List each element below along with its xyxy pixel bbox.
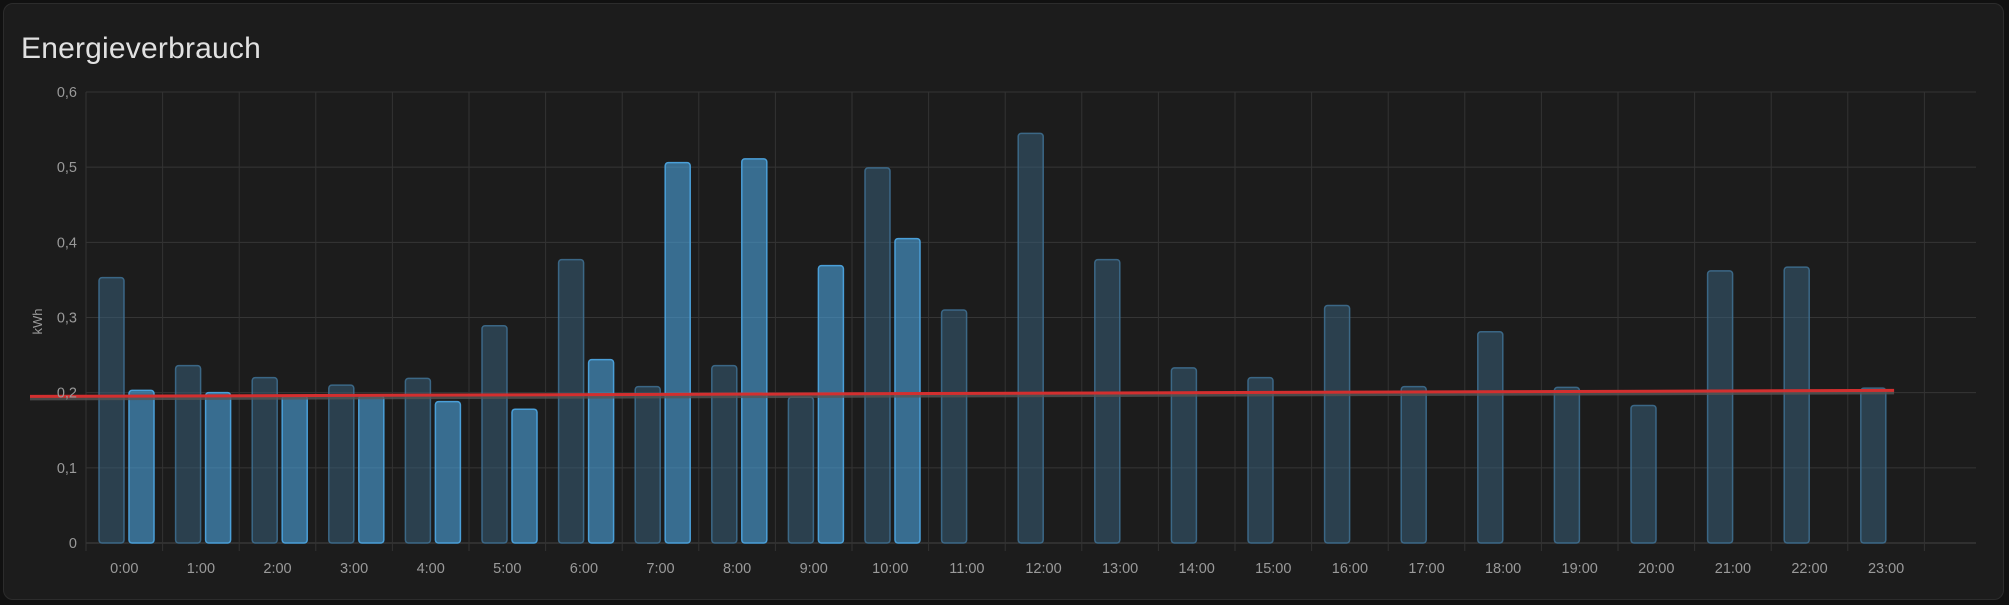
x-tick-label: 10:00 bbox=[872, 561, 908, 577]
y-tick-label: 0,4 bbox=[57, 235, 77, 251]
x-tick-label: 20:00 bbox=[1638, 561, 1674, 577]
y-axis-label: kWh bbox=[30, 309, 45, 335]
bar-previous bbox=[1706, 270, 1734, 544]
bar-previous bbox=[1247, 376, 1274, 544]
bar-previous bbox=[174, 364, 202, 544]
bar-current bbox=[128, 389, 155, 544]
bar-previous bbox=[557, 258, 585, 544]
x-tick-label: 11:00 bbox=[949, 561, 984, 577]
bar-previous bbox=[98, 276, 125, 544]
x-tick-label: 17:00 bbox=[1408, 561, 1444, 577]
x-tick-label: 16:00 bbox=[1332, 561, 1368, 577]
y-tick-label: 0,1 bbox=[57, 461, 77, 477]
bar-previous bbox=[1630, 404, 1657, 544]
bar-previous bbox=[864, 167, 891, 544]
x-tick-label: 15:00 bbox=[1255, 561, 1291, 577]
bar-current bbox=[587, 358, 615, 544]
bar-previous bbox=[1400, 385, 1427, 544]
x-tick-label: 6:00 bbox=[570, 561, 598, 577]
bar-previous bbox=[711, 364, 738, 544]
x-tick-label: 3:00 bbox=[340, 561, 368, 577]
bar-current bbox=[741, 158, 768, 544]
x-tick-label: 23:00 bbox=[1868, 561, 1904, 577]
bar-current bbox=[434, 400, 462, 544]
bar-previous bbox=[787, 396, 815, 544]
y-tick-label: 0 bbox=[69, 536, 77, 552]
bar-previous bbox=[634, 385, 661, 544]
y-tick-label: 0,6 bbox=[57, 85, 77, 101]
x-tick-label: 12:00 bbox=[1025, 561, 1061, 577]
bar-previous bbox=[1017, 132, 1044, 544]
x-tick-label: 21:00 bbox=[1715, 561, 1751, 577]
x-tick-label: 9:00 bbox=[800, 561, 828, 577]
bar-previous bbox=[1553, 386, 1581, 544]
x-tick-label: 0:00 bbox=[110, 561, 138, 577]
energy-card: Energieverbrauch 0 0,1 0,2 0,3 0,4 0,5 0,6 0:0… bbox=[3, 3, 2004, 600]
bar-previous bbox=[1477, 331, 1504, 544]
x-tick-label: 1:00 bbox=[187, 561, 215, 577]
x-tick-label: 4:00 bbox=[417, 561, 445, 577]
bar-current bbox=[511, 408, 538, 544]
x-tick-label: 2:00 bbox=[263, 561, 291, 577]
x-tick-label: 19:00 bbox=[1562, 561, 1598, 577]
x-tick-label: 22:00 bbox=[1791, 561, 1827, 577]
bar-current bbox=[894, 237, 921, 544]
bar-current bbox=[204, 391, 232, 544]
y-tick-label: 0,2 bbox=[57, 386, 77, 402]
bar-previous bbox=[251, 376, 278, 544]
y-tick-label: 0,3 bbox=[57, 311, 77, 327]
bar-current bbox=[358, 394, 385, 544]
x-tick-label: 13:00 bbox=[1102, 561, 1138, 577]
x-tick-label: 7:00 bbox=[646, 561, 674, 577]
bar-current bbox=[817, 264, 845, 544]
bar-previous bbox=[481, 325, 508, 544]
bar-current bbox=[664, 161, 691, 544]
energy-chart: 0 0,1 0,2 0,3 0,4 0,5 0,6 0:00 1:00 2:00 3:00 4:00… bbox=[29, 85, 1976, 577]
bar-previous bbox=[1783, 266, 1810, 544]
bar-previous bbox=[1094, 258, 1121, 544]
y-axis-ticks: 0 0,1 0,2 0,3 0,4 0,5 0,6 bbox=[57, 85, 77, 552]
x-tick-label: 18:00 bbox=[1485, 561, 1521, 577]
x-tick-label: 14:00 bbox=[1179, 561, 1215, 577]
bar-previous bbox=[328, 384, 355, 544]
x-axis-ticks: 0:00 1:00 2:00 3:00 4:00 5:00 6:00 7:00 8:00 9:00… bbox=[110, 561, 1904, 577]
bar-current bbox=[281, 394, 308, 544]
bar-previous bbox=[1323, 304, 1351, 544]
x-tick-label: 8:00 bbox=[723, 561, 751, 577]
bar-previous bbox=[404, 377, 432, 544]
bar-previous bbox=[940, 309, 968, 544]
y-tick-label: 0,5 bbox=[57, 160, 77, 176]
x-tick-label: 5:00 bbox=[493, 561, 521, 577]
bar-previous bbox=[1860, 387, 1887, 544]
